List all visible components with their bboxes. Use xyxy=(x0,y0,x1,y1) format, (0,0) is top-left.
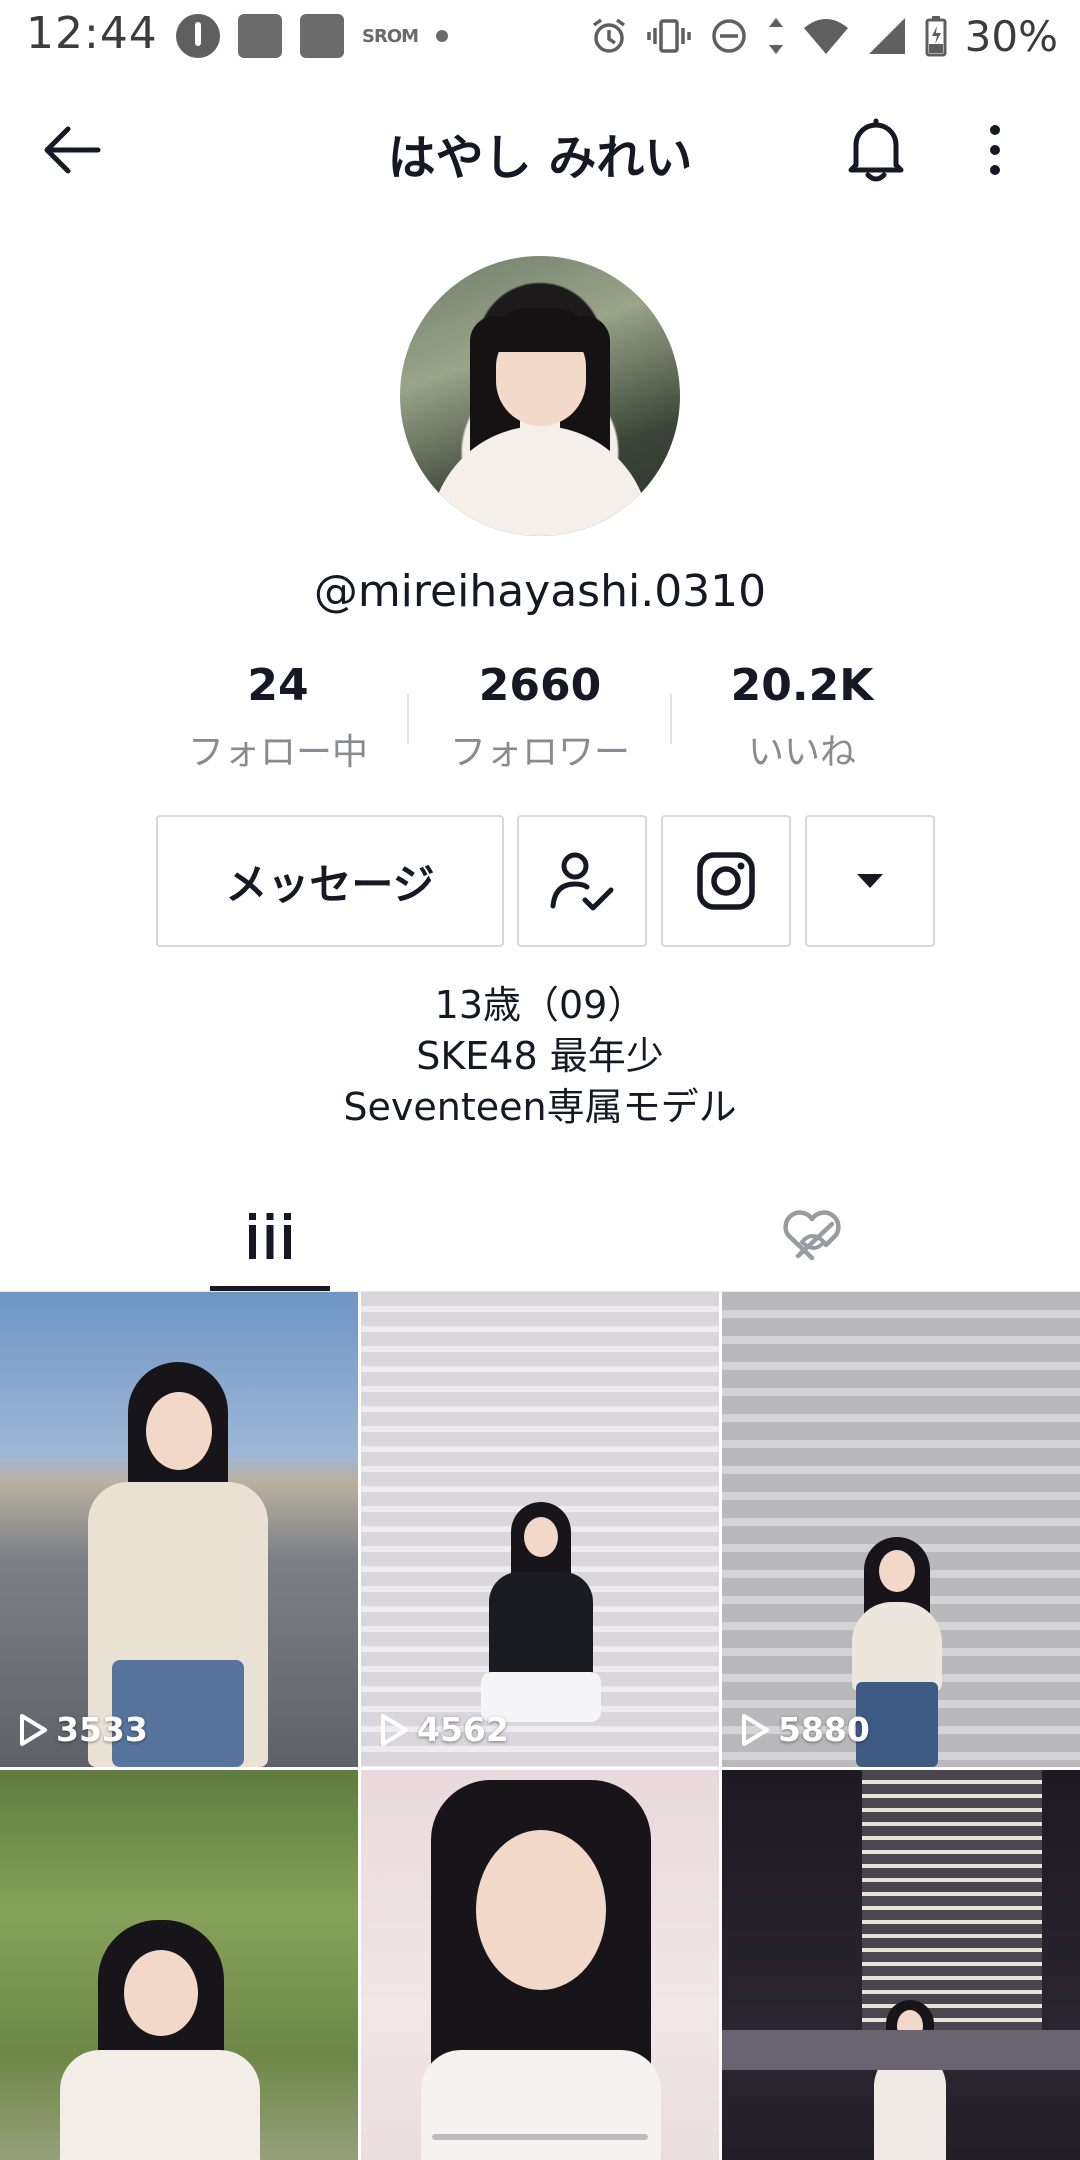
more-vertical-icon xyxy=(990,165,1000,175)
active-tab-indicator xyxy=(210,1286,330,1291)
play-outline-icon xyxy=(742,1713,769,1746)
notification-icons: SROM xyxy=(176,14,449,58)
more-actions-dropdown[interactable] xyxy=(805,815,935,947)
home-indicator[interactable] xyxy=(432,2134,648,2140)
thumbnail-figure xyxy=(476,1830,606,1990)
instagram-button[interactable] xyxy=(661,815,791,947)
view-count: 3533 xyxy=(18,1710,148,1749)
profile-tabs xyxy=(0,1180,1080,1292)
thumbnail-figure xyxy=(421,2050,661,2160)
video-thumbnail[interactable]: 3533 xyxy=(0,1292,358,1767)
vibrate-icon xyxy=(646,19,691,53)
profile-bio: 13歳（09） SKE48 最年少 Seventeen専属モデル xyxy=(0,980,1080,1133)
bio-line: SKE48 最年少 xyxy=(416,1034,664,1078)
dnd-icon xyxy=(711,19,746,53)
notifications-button[interactable] xyxy=(840,114,912,186)
brand-icon-text: SROM xyxy=(362,25,419,47)
avatar[interactable] xyxy=(400,256,680,536)
dot-icon xyxy=(436,30,449,42)
profile-stats: 24 フォロー中 2660 フォロワー 20.2K いいね xyxy=(0,660,1080,780)
more-vertical-icon xyxy=(990,125,1000,135)
system-icons: 30% xyxy=(589,11,1058,61)
followers-label: フォロワー xyxy=(449,732,630,773)
bio-line: 13歳（09） xyxy=(434,983,646,1027)
thermometer-icon xyxy=(176,14,220,58)
stat-divider xyxy=(670,694,672,744)
thumbnail-railing xyxy=(722,2030,1080,2070)
video-thumbnail[interactable] xyxy=(0,1770,358,2160)
message-button[interactable]: メッセージ xyxy=(156,815,504,947)
hidden-heart-icon xyxy=(783,1210,841,1261)
likes-count: 20.2K xyxy=(730,660,874,711)
data-arrows-icon xyxy=(768,18,783,54)
thumbnail-figure xyxy=(524,1517,558,1557)
following-count: 24 xyxy=(247,660,309,711)
video-thumbnail[interactable] xyxy=(722,1770,1080,2160)
followers-count: 2660 xyxy=(478,660,602,711)
view-count-text: 3533 xyxy=(56,1710,148,1749)
username: @mireihayashi.0310 xyxy=(313,566,767,617)
alarm-icon xyxy=(592,18,625,53)
page-title: はやし みれい xyxy=(387,130,693,186)
view-count-text: 4562 xyxy=(417,1710,509,1749)
user-check-icon xyxy=(550,852,614,911)
following-label: フォロー中 xyxy=(187,732,368,773)
play-outline-icon xyxy=(381,1713,408,1746)
stat-followers[interactable]: 2660 フォロワー xyxy=(430,660,650,775)
view-count: 5880 xyxy=(740,1710,870,1749)
thumbnail-figure xyxy=(124,1950,198,2036)
battery-charging-icon xyxy=(925,16,947,57)
view-count: 4562 xyxy=(379,1710,509,1749)
thumbnail-figure xyxy=(60,2050,260,2160)
tab-videos[interactable] xyxy=(210,1180,330,1292)
square-icon xyxy=(238,14,282,58)
battery-percent: 30% xyxy=(964,11,1058,61)
stat-following[interactable]: 24 フォロー中 xyxy=(168,660,388,775)
bell-icon xyxy=(848,118,904,182)
status-bar: 12:44 SROM 30% xyxy=(0,0,1080,72)
video-thumbnail[interactable]: 4562 xyxy=(361,1292,719,1767)
following-button[interactable] xyxy=(517,815,647,947)
video-thumbnail[interactable] xyxy=(361,1770,719,2160)
stat-likes[interactable]: 20.2K いいね xyxy=(692,660,912,775)
grid-columns-icon xyxy=(249,1213,291,1259)
thumbnail-figure xyxy=(879,1550,915,1592)
tab-liked[interactable] xyxy=(752,1180,872,1292)
bio-line: Seventeen専属モデル xyxy=(343,1085,737,1129)
avatar-photo-part xyxy=(490,308,592,352)
play-outline-icon xyxy=(20,1713,47,1746)
signal-icon xyxy=(868,18,905,54)
caret-down-icon xyxy=(857,874,883,888)
instagram-icon xyxy=(697,852,755,910)
video-thumbnail[interactable]: 5880 xyxy=(722,1292,1080,1767)
square-icon xyxy=(300,14,344,58)
likes-label: いいね xyxy=(747,732,856,773)
more-options-button[interactable] xyxy=(970,114,1020,186)
thumbnail-figure xyxy=(146,1392,212,1470)
more-vertical-icon xyxy=(990,145,1000,155)
profile-header: はやし みれい xyxy=(0,100,1080,200)
avatar-photo-part xyxy=(430,426,650,536)
wifi-icon xyxy=(803,19,848,54)
thumbnail-figure xyxy=(852,1602,942,1692)
view-count-text: 5880 xyxy=(778,1710,870,1749)
status-time: 12:44 xyxy=(26,8,158,59)
stat-divider xyxy=(407,694,409,744)
